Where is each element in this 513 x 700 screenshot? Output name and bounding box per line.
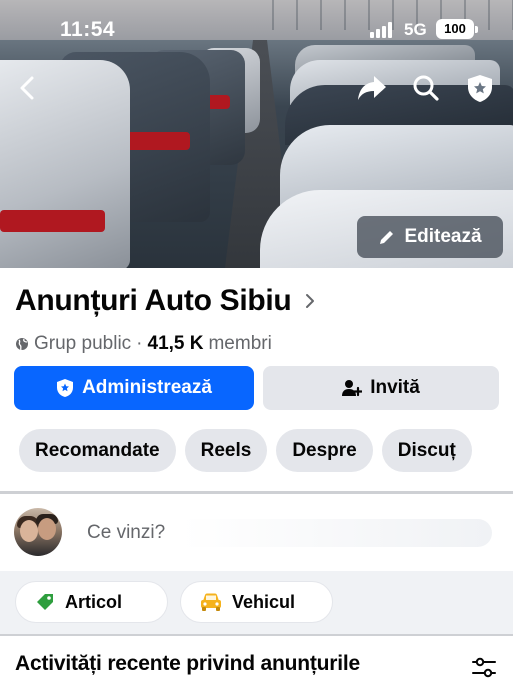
invite-button[interactable]: Invită [263,366,499,410]
pencil-icon [380,231,394,244]
members-count[interactable]: 41,5 K [148,333,204,355]
filter-sliders-icon [472,657,496,678]
tab-reels[interactable]: Reels [184,429,268,472]
group-name[interactable]: Anunțuri Auto Sibiu [15,284,292,318]
chevron-left-icon [20,76,34,100]
share-icon [358,76,386,100]
car-icon [201,593,221,611]
add-person-icon [342,380,363,397]
globe-icon [16,338,28,351]
edit-cover-button[interactable]: Editează [357,216,503,258]
sell-article-label: Articol [65,591,123,612]
chevron-right-icon [306,294,315,308]
section-divider [0,491,513,494]
manage-group-label: Administrează [82,377,212,398]
battery-icon: 100 [436,19,478,39]
group-meta: Grup public · 41,5 K membri [15,333,272,355]
manage-group-button[interactable]: Administrează [14,366,254,410]
signal-icon [370,22,392,38]
filter-button[interactable] [470,654,498,682]
sell-vehicle-button[interactable]: Vehicul [180,581,333,623]
section-divider [0,634,513,636]
recent-activity-title: Activități recente privind anunțurile [15,652,361,675]
status-time: 11:54 [60,18,116,41]
tail-light [0,210,105,232]
tag-icon [37,594,53,610]
tab-about[interactable]: Despre [276,429,373,472]
back-button[interactable] [8,68,48,108]
search-button[interactable] [406,68,446,108]
sell-vehicle-label: Vehicul [232,591,296,612]
network-label: 5G [404,20,427,39]
group-title-row[interactable]: Anunțuri Auto Sibiu [15,284,315,318]
invite-label: Invită [370,377,420,398]
group-privacy[interactable]: Grup public [34,333,131,355]
status-bar: 11:54 5G 100 [0,0,513,58]
admin-tools-button[interactable] [460,68,500,108]
avatar[interactable] [14,508,62,556]
sell-article-button[interactable]: Articol [15,581,168,623]
group-tabs: Recomandate Reels Despre Discuț [19,429,472,472]
tab-featured[interactable]: Recomandate [19,429,176,472]
shield-star-icon [57,379,74,397]
edit-cover-label: Editează [404,226,482,247]
share-button[interactable] [352,68,392,108]
members-label: membri [208,333,272,354]
tab-discussion[interactable]: Discuț [381,429,472,472]
sell-composer-input[interactable]: Ce vinzi? [78,519,492,547]
search-icon [413,75,439,101]
shield-star-icon [468,75,492,102]
meta-separator: · [136,333,143,354]
